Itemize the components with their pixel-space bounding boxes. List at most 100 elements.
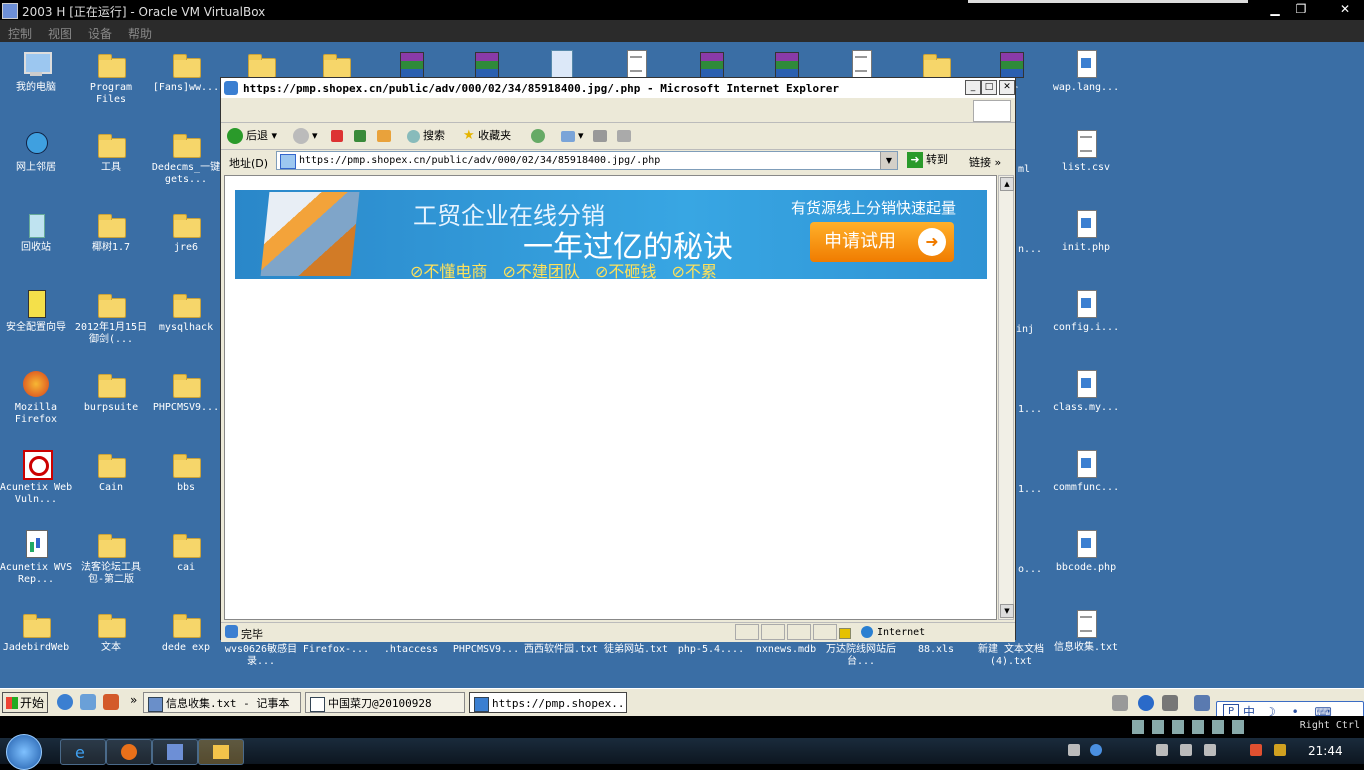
- minimize-button[interactable]: ▁: [1264, 1, 1286, 17]
- desktop-icon-network[interactable]: 网上邻居: [0, 128, 74, 174]
- host-firefox-button[interactable]: [106, 739, 152, 765]
- quicklaunch-chevron-icon[interactable]: »: [130, 693, 137, 707]
- close-button[interactable]: ✕: [1334, 1, 1356, 17]
- desktop-icon-config[interactable]: config.i...: [1048, 288, 1124, 334]
- desktop-icon-php54[interactable]: php-5.4....: [673, 644, 749, 656]
- tray-icon[interactable]: [1162, 695, 1178, 711]
- tray-icon[interactable]: [1194, 695, 1210, 711]
- windows-start-orb-icon[interactable]: [6, 734, 42, 770]
- desktop-icon-htaccess[interactable]: .htaccess: [373, 644, 449, 656]
- desktop-icon-burpsuite[interactable]: burpsuite: [73, 368, 149, 414]
- desktop-icon-info-txt[interactable]: 信息收集.txt: [1048, 608, 1124, 654]
- help-icon[interactable]: [1090, 744, 1102, 756]
- print-button[interactable]: [593, 126, 610, 146]
- desktop-icon-init-php[interactable]: init.php: [1048, 208, 1124, 254]
- desktop-icon-88xls[interactable]: 88.xls: [898, 644, 974, 656]
- refresh-button[interactable]: [354, 126, 369, 146]
- desktop-icon-cain[interactable]: Cain: [73, 448, 149, 494]
- edit-button[interactable]: [617, 126, 634, 146]
- desktop-icon-tudi[interactable]: 徒弟网站.txt: [598, 644, 674, 656]
- network-icon[interactable]: [1180, 744, 1192, 756]
- ad-banner[interactable]: 工贸企业在线分销 一年过亿的秘诀 ⊘不懂电商 ⊘不建团队 ⊘不砸钱 ⊘不累 有货…: [235, 190, 987, 279]
- outlook-quicklaunch-icon[interactable]: [80, 694, 96, 710]
- desktop-icon-cai[interactable]: cai: [148, 528, 224, 574]
- host-ie-button[interactable]: e: [60, 739, 106, 765]
- task-caidao[interactable]: 中国菜刀@20100928: [305, 692, 465, 713]
- vertical-scrollbar[interactable]: ▲ ▼: [998, 175, 1014, 620]
- links-button[interactable]: 链接 »: [969, 154, 1001, 170]
- ie-quicklaunch-icon[interactable]: [57, 694, 73, 710]
- desktop-icon-wvs0626[interactable]: wvs0626敏感目录...: [223, 644, 299, 668]
- desktop-icon-mysqlhack[interactable]: mysqlhack: [148, 288, 224, 334]
- menu-control[interactable]: 控制: [8, 25, 32, 42]
- ie-maximize-button[interactable]: □: [981, 80, 997, 95]
- home-button[interactable]: [377, 126, 394, 146]
- desktop-icon-list-csv[interactable]: list.csv: [1048, 128, 1124, 174]
- desktop-icon-acunetix-report[interactable]: Acunetix WVS Rep...: [0, 528, 74, 586]
- desktop-icon-recycle-bin[interactable]: 回收站: [0, 208, 74, 254]
- favorites-button[interactable]: ★ 收藏夹: [463, 126, 511, 146]
- desktop-icon-commfunc[interactable]: commfunc...: [1048, 448, 1124, 494]
- address-input[interactable]: https://pmp.shopex.cn/public/adv/000/02/…: [276, 151, 898, 170]
- apply-trial-button[interactable]: 申请试用 ➜: [810, 222, 954, 262]
- host-folder-button[interactable]: [198, 739, 244, 765]
- desktop-icon-security-wizard[interactable]: 安全配置向导: [0, 288, 74, 334]
- desktop-icon-class-my[interactable]: class.my...: [1048, 368, 1124, 414]
- address-dropdown-icon[interactable]: ▼: [880, 152, 897, 169]
- app-quicklaunch-icon[interactable]: [103, 694, 119, 710]
- desktop-icon-phpcms[interactable]: PHPCMSV9...: [148, 368, 224, 414]
- history-button[interactable]: [531, 126, 548, 146]
- desktop-icon-program-files[interactable]: Program Files: [73, 48, 149, 106]
- scroll-down-icon[interactable]: ▼: [1000, 604, 1014, 618]
- tray-icon[interactable]: [1112, 695, 1128, 711]
- host-virtualbox-button[interactable]: [152, 739, 198, 765]
- desktop-icon-fans[interactable]: [Fans]ww...: [148, 48, 224, 94]
- volume-icon[interactable]: [1204, 744, 1216, 756]
- host-taskbar: e 21:44: [0, 734, 1364, 770]
- desktop-icon-jadebird[interactable]: JadebirdWeb: [0, 608, 74, 654]
- menu-view[interactable]: 视图: [48, 25, 72, 42]
- desktop-icon-yujian[interactable]: 2012年1月15日御剑(...: [73, 288, 149, 346]
- menu-devices[interactable]: 设备: [88, 25, 112, 42]
- desktop-icon-wanda[interactable]: 万达院线网站后台...: [823, 644, 899, 668]
- tray-icon[interactable]: [1068, 744, 1080, 756]
- shield-icon[interactable]: [1274, 744, 1286, 756]
- scroll-up-icon[interactable]: ▲: [1000, 177, 1014, 191]
- desktop-icon-fake-toolkit[interactable]: 法客论坛工具包-第二版: [73, 528, 149, 586]
- search-button[interactable]: 搜索: [407, 126, 445, 146]
- desktop-icon-firefox[interactable]: Mozilla Firefox: [0, 368, 74, 426]
- stop-button[interactable]: [331, 126, 346, 146]
- flag-icon[interactable]: [1156, 744, 1168, 756]
- ie-close-button[interactable]: ✕: [999, 80, 1015, 95]
- forward-button[interactable]: ▾: [293, 126, 318, 146]
- ie-minimize-button[interactable]: _: [965, 80, 981, 95]
- desktop-icon-wap-lang[interactable]: wap.lang...: [1048, 48, 1124, 94]
- desktop-icon-dedecms[interactable]: Dedecms_一键gets...: [148, 128, 224, 186]
- desktop-icon-new-text[interactable]: 新建 文本文档 (4).txt: [973, 644, 1049, 668]
- desktop-icon-yeshu[interactable]: 椰树1.7: [73, 208, 149, 254]
- menu-help[interactable]: 帮助: [128, 25, 152, 42]
- desktop-icon-bbcode[interactable]: bbcode.php: [1048, 528, 1124, 574]
- clock[interactable]: 21:44: [1308, 744, 1343, 758]
- desktop-icon-phpcmsv9[interactable]: PHPCMSV9...: [448, 644, 524, 656]
- desktop-icon-jre6[interactable]: jre6: [148, 208, 224, 254]
- back-button[interactable]: 后退 ▾: [227, 126, 277, 146]
- desktop-icon-tools[interactable]: 工具: [73, 128, 149, 174]
- go-button[interactable]: ➜ 转到: [907, 152, 948, 168]
- desktop-icon-firefox-folder[interactable]: Firefox-...: [298, 644, 374, 656]
- arrow-right-icon: ➜: [918, 228, 946, 256]
- desktop-icon-acunetix[interactable]: Acunetix Web Vuln...: [0, 448, 74, 506]
- start-button[interactable]: 开始: [2, 692, 48, 713]
- desktop-icon-xixi[interactable]: 西西软件园.txt: [523, 644, 599, 656]
- desktop-icon-dede-exp[interactable]: dede exp: [148, 608, 224, 654]
- task-notepad[interactable]: 信息收集.txt - 记事本: [143, 692, 301, 713]
- tray-app-icon[interactable]: [1250, 744, 1262, 756]
- help-icon[interactable]: [1138, 695, 1154, 711]
- maximize-button[interactable]: ❐: [1290, 1, 1312, 17]
- mail-button[interactable]: ▾: [561, 126, 584, 146]
- desktop-icon-nxnews[interactable]: nxnews.mdb: [748, 644, 824, 656]
- task-ie[interactable]: https://pmp.shopex....: [469, 692, 627, 713]
- desktop-icon-my-computer[interactable]: 我的电脑: [0, 48, 74, 94]
- desktop-icon-bbs[interactable]: bbs: [148, 448, 224, 494]
- desktop-icon-text[interactable]: 文本: [73, 608, 149, 654]
